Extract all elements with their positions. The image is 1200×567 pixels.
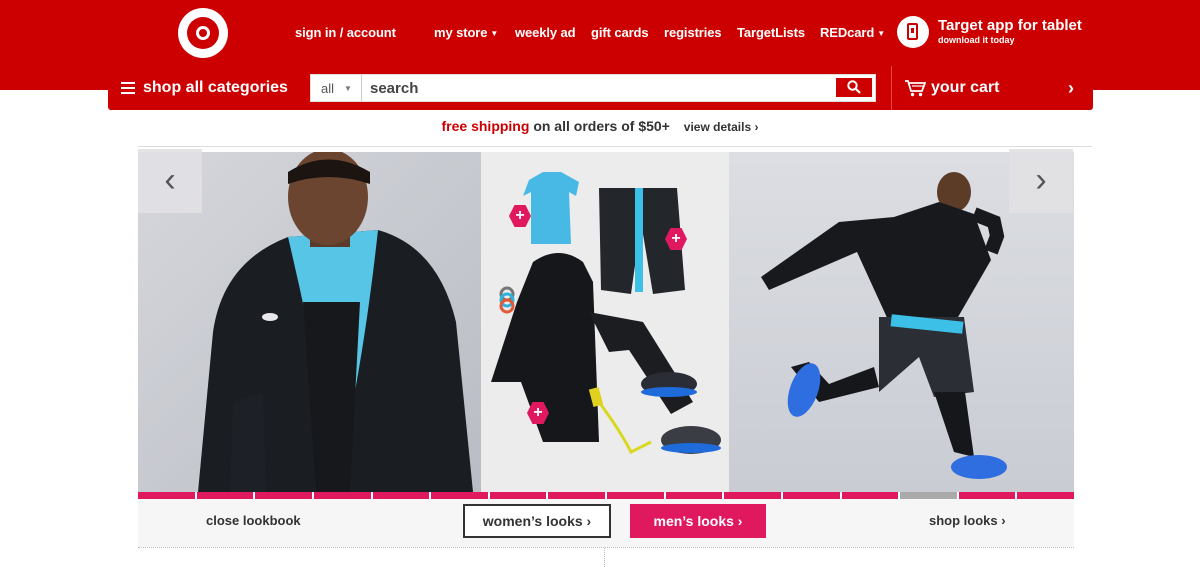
nav-target-lists[interactable]: TargetLists <box>737 25 805 40</box>
free-shipping-text: on all orders of $50+ <box>533 118 670 134</box>
carousel-page-indicator[interactable] <box>548 492 605 499</box>
cart-label: your cart <box>931 79 1000 96</box>
shipping-banner: free shipping on all orders of $50+ view… <box>0 118 1200 134</box>
nav-redcard[interactable]: REDcard ▼ <box>820 25 885 40</box>
divider <box>604 548 605 567</box>
nav-weekly-ad[interactable]: weekly ad <box>515 25 576 40</box>
search-scope-label: all <box>321 81 335 96</box>
app-promo-title: Target app for tablet <box>938 17 1082 34</box>
chevron-down-icon: ▼ <box>877 29 886 38</box>
search-button[interactable] <box>836 78 872 97</box>
athletic-gear-flatlay-photo: + + + <box>481 152 729 492</box>
carousel-page-indicator[interactable] <box>1017 492 1074 499</box>
lookbook-nav: close lookbook women’s looks › men’s loo… <box>138 499 1074 547</box>
carousel-page-indicator[interactable] <box>431 492 488 499</box>
carousel-page-indicator[interactable] <box>782 492 840 499</box>
carousel-page-indicator[interactable] <box>196 492 254 499</box>
hamburger-menu-icon <box>121 82 135 94</box>
tablet-icon <box>897 16 929 48</box>
search-input[interactable] <box>367 75 823 101</box>
carousel-page-indicator[interactable] <box>665 492 723 499</box>
carousel-page-indicator[interactable] <box>607 492 664 499</box>
carousel-page-indicator[interactable] <box>900 492 957 499</box>
carousel-page-indicator[interactable] <box>138 492 195 499</box>
shop-all-categories-label: shop all categories <box>143 79 288 96</box>
target-logo[interactable] <box>178 8 228 58</box>
app-promo-subtitle: download it today <box>938 35 1015 45</box>
shop-bar: shop all categories all ▼ your cart › <box>108 66 1093 110</box>
divider <box>138 146 1092 147</box>
nav-sign-in-account[interactable]: sign in / account <box>295 25 396 40</box>
carousel-prev-button[interactable]: ‹ <box>138 149 202 213</box>
free-shipping-highlight: free shipping <box>441 118 530 134</box>
carousel-page-indicator[interactable] <box>313 492 371 499</box>
caret-down-icon: ▼ <box>344 84 352 93</box>
divider <box>138 547 1074 548</box>
cart-button[interactable]: your cart › <box>891 66 1094 110</box>
carousel-pager <box>138 492 1074 499</box>
chevron-right-icon: › <box>1068 78 1074 98</box>
cart-icon <box>905 80 926 97</box>
carousel-next-button[interactable]: › <box>1009 149 1073 213</box>
nav-registries[interactable]: registries <box>664 25 722 40</box>
search-icon <box>847 80 861 94</box>
view-details-link[interactable]: view details › <box>684 120 759 134</box>
mens-looks-button[interactable]: men’s looks › <box>630 504 766 538</box>
carousel-page-indicator[interactable] <box>489 492 547 499</box>
search-scope-select[interactable]: all ▼ <box>311 75 362 101</box>
chevron-down-icon: ▼ <box>490 29 499 38</box>
carousel-page-indicator[interactable] <box>372 492 430 499</box>
carousel-page-indicator[interactable] <box>841 492 899 499</box>
nav-gift-cards[interactable]: gift cards <box>591 25 649 40</box>
search-bar: all ▼ <box>310 74 876 102</box>
shop-looks-link[interactable]: shop looks › <box>929 513 1006 528</box>
close-lookbook-link[interactable]: close lookbook <box>206 513 301 528</box>
lookbook-carousel: + + + <box>138 152 1074 492</box>
nav-my-store[interactable]: my store ▼ <box>434 25 498 40</box>
shop-all-categories-button[interactable]: shop all categories <box>108 66 300 110</box>
carousel-page-indicator[interactable] <box>958 492 1016 499</box>
app-promo[interactable]: Target app for tablet download it today <box>897 15 1137 51</box>
womens-looks-button[interactable]: women’s looks › <box>463 504 611 538</box>
carousel-page-indicator[interactable] <box>724 492 781 499</box>
carousel-page-indicator[interactable] <box>255 492 312 499</box>
